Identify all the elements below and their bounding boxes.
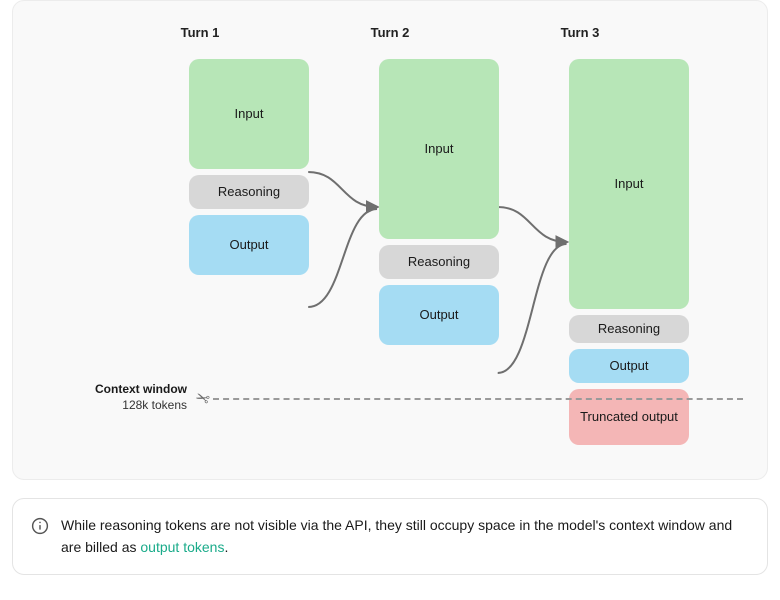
output-block: Output — [569, 349, 689, 383]
info-note-text: While reasoning tokens are not visible v… — [61, 515, 749, 558]
context-window-label: Context window 128k tokens — [77, 381, 187, 413]
info-icon — [31, 517, 49, 535]
note-text-after: . — [224, 539, 228, 555]
turn-header: Turn 3 — [520, 25, 640, 40]
context-window-title: Context window — [77, 381, 187, 397]
reasoning-block: Reasoning — [569, 315, 689, 343]
input-block: Input — [189, 59, 309, 169]
reasoning-block: Reasoning — [379, 245, 499, 279]
input-block: Input — [379, 59, 499, 239]
output-block: Output — [379, 285, 499, 345]
turn-headers-row: Turn 1 Turn 2 Turn 3 — [13, 25, 767, 40]
turn-column: Input Reasoning Output Truncated output — [569, 59, 689, 451]
context-window-value: 128k tokens — [77, 397, 187, 413]
output-block: Output — [189, 215, 309, 275]
turn-header: Turn 2 — [330, 25, 450, 40]
turn-header: Turn 1 — [140, 25, 260, 40]
turn-column: Input Reasoning Output — [379, 59, 499, 351]
reasoning-block: Reasoning — [189, 175, 309, 209]
turn-column: Input Reasoning Output — [189, 59, 309, 281]
input-block: Input — [569, 59, 689, 309]
info-note: While reasoning tokens are not visible v… — [12, 498, 768, 575]
context-window-boundary-line — [213, 398, 743, 400]
output-tokens-link[interactable]: output tokens — [140, 539, 224, 555]
context-window-diagram: Turn 1 Turn 2 Turn 3 Input Reasoning Out… — [12, 0, 768, 480]
